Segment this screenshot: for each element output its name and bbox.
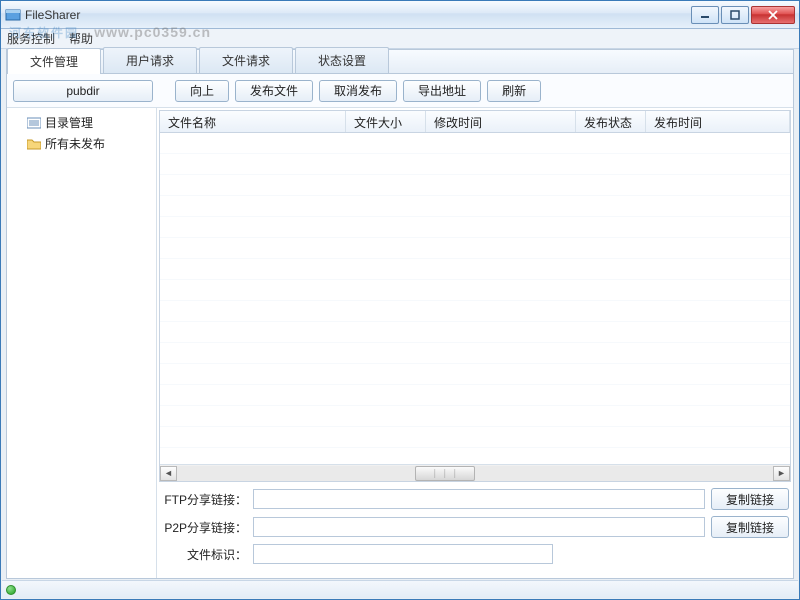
copy-p2p-link-button[interactable]: 复制链接 <box>711 516 789 538</box>
scroll-thumb[interactable]: ｜｜｜ <box>415 466 475 481</box>
col-file-size[interactable]: 文件大小 <box>346 111 426 132</box>
p2p-link-input[interactable] <box>253 517 705 537</box>
menu-help[interactable]: 帮助 <box>69 30 93 47</box>
status-indicator-icon <box>6 585 16 595</box>
refresh-button[interactable]: 刷新 <box>487 80 541 102</box>
col-publish-time[interactable]: 发布时间 <box>646 111 790 132</box>
file-id-label: 文件标识： <box>161 546 247 563</box>
tab-file-manage[interactable]: 文件管理 <box>7 48 101 74</box>
grid-body[interactable] <box>160 133 790 464</box>
tree-label: 所有未发布 <box>45 135 105 152</box>
col-file-name[interactable]: 文件名称 <box>160 111 346 132</box>
tree-label: 目录管理 <box>45 114 93 131</box>
publish-button[interactable]: 发布文件 <box>235 80 313 102</box>
file-grid: 文件名称 文件大小 修改时间 发布状态 发布时间 ◄ ｜｜｜ ► <box>159 110 791 482</box>
sidebar: 目录管理 所有未发布 <box>7 108 157 578</box>
ftp-link-label: FTP分享链接： <box>161 491 247 508</box>
col-publish-state[interactable]: 发布状态 <box>576 111 646 132</box>
scroll-left-button[interactable]: ◄ <box>160 466 177 481</box>
pubdir-button[interactable]: pubdir <box>13 80 153 102</box>
grid-header: 文件名称 文件大小 修改时间 发布状态 发布时间 <box>160 111 790 133</box>
titlebar[interactable]: FileSharer <box>1 1 799 29</box>
file-id-input[interactable] <box>253 544 553 564</box>
export-address-button[interactable]: 导出地址 <box>403 80 481 102</box>
p2p-link-label: P2P分享链接： <box>161 519 247 536</box>
main-panel: 文件名称 文件大小 修改时间 发布状态 发布时间 ◄ ｜｜｜ ► <box>157 108 793 578</box>
ftp-link-input[interactable] <box>253 489 705 509</box>
col-modify-time[interactable]: 修改时间 <box>426 111 576 132</box>
share-link-panel: FTP分享链接： 复制链接 P2P分享链接： 复制链接 文件标识： <box>157 482 793 578</box>
up-button[interactable]: 向上 <box>175 80 229 102</box>
app-window: 河东软件园 www.pc0359.cn FileSharer 服务控制 帮助 文… <box>0 0 800 600</box>
horizontal-scrollbar[interactable]: ◄ ｜｜｜ ► <box>160 464 790 481</box>
menubar: 服务控制 帮助 <box>1 29 799 49</box>
copy-ftp-link-button[interactable]: 复制链接 <box>711 488 789 510</box>
folder-icon <box>27 138 41 150</box>
menu-service-control[interactable]: 服务控制 <box>7 30 55 47</box>
tab-state-settings[interactable]: 状态设置 <box>295 47 389 73</box>
tab-bar: 文件管理 用户请求 文件请求 状态设置 <box>7 50 793 74</box>
close-button[interactable] <box>751 6 795 24</box>
tab-user-request[interactable]: 用户请求 <box>103 47 197 73</box>
tab-file-request[interactable]: 文件请求 <box>199 47 293 73</box>
client-area: 文件管理 用户请求 文件请求 状态设置 pubdir 向上 发布文件 取消发布 … <box>6 49 794 579</box>
unpublish-button[interactable]: 取消发布 <box>319 80 397 102</box>
scroll-right-button[interactable]: ► <box>773 466 790 481</box>
folder-list-icon <box>27 117 41 129</box>
tree-item-dir-manage[interactable]: 目录管理 <box>9 112 154 133</box>
tree-item-all-unpublished[interactable]: 所有未发布 <box>9 133 154 154</box>
app-icon <box>5 7 21 23</box>
statusbar <box>2 580 798 598</box>
minimize-button[interactable] <box>691 6 719 24</box>
scroll-track[interactable]: ｜｜｜ <box>177 466 773 481</box>
window-title: FileSharer <box>25 8 80 22</box>
toolbar: pubdir 向上 发布文件 取消发布 导出地址 刷新 <box>7 74 793 108</box>
maximize-button[interactable] <box>721 6 749 24</box>
